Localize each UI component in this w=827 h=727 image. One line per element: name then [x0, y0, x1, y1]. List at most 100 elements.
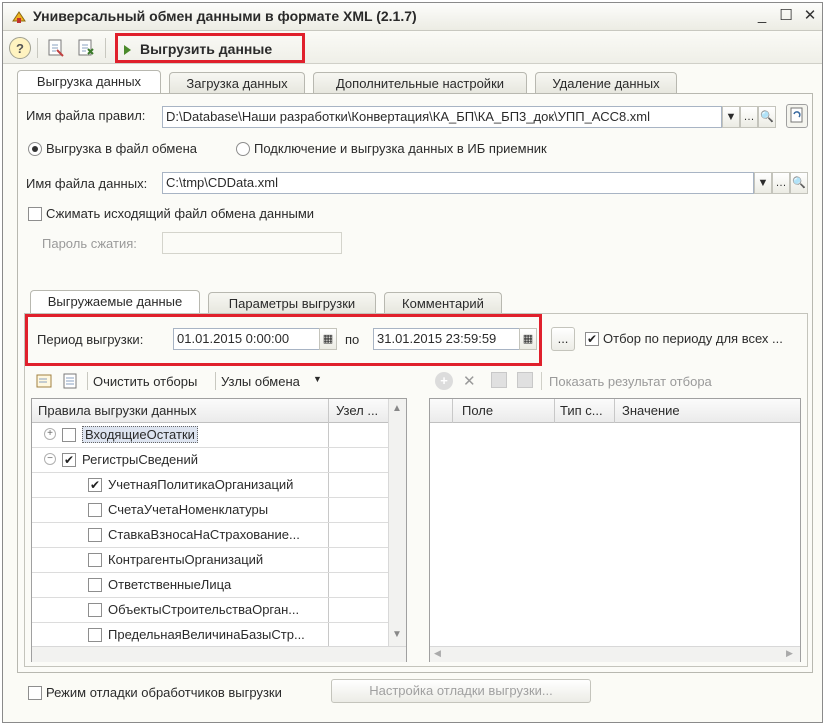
toolbar-separator [541, 372, 542, 390]
radio-connect-and-export-label: Подключение и выгрузка данных в ИБ прием… [254, 141, 547, 156]
copy-icon [491, 372, 507, 388]
toolbar-separator [87, 372, 88, 390]
scroll-down-icon[interactable]: ▼ [392, 629, 402, 640]
compress-label: Сжимать исходящий файл обмена данными [46, 206, 315, 221]
help-icon[interactable]: ? [9, 37, 31, 59]
calendar-icon-from[interactable]: ▦ [319, 328, 337, 350]
tab-exported-data[interactable]: Выгружаемые данные [30, 290, 200, 314]
rules-grid-header: Правила выгрузки данных Узел ... [32, 399, 388, 423]
table-row[interactable]: ПредельнаяВеличинаБазыСтр... [32, 623, 388, 647]
rule-label: ОтветственныеЛица [108, 577, 232, 592]
radio-export-to-file[interactable] [28, 142, 42, 156]
field-col-header[interactable]: Поле [462, 403, 493, 418]
rule-checkbox[interactable] [88, 553, 102, 567]
period-to-input[interactable]: 31.01.2015 23:59:59 [373, 328, 521, 350]
compress-checkbox[interactable] [28, 207, 42, 221]
debug-settings-button: Настройка отладки выгрузки... [331, 679, 591, 703]
rule-checkbox[interactable] [62, 428, 76, 442]
tab-export[interactable]: Выгрузка данных [17, 70, 161, 94]
rule-label: ПредельнаяВеличинаБазыСтр... [108, 627, 305, 642]
rule-checkbox[interactable]: ✔ [88, 478, 102, 492]
tab-export-params[interactable]: Параметры выгрузки [208, 292, 376, 314]
rule-checkbox[interactable]: ✔ [62, 453, 76, 467]
maximize-button[interactable]: ☐ [775, 5, 797, 27]
chevron-down-icon: ▼ [313, 374, 322, 384]
period-from-input[interactable]: 01.01.2015 0:00:00 [173, 328, 321, 350]
rule-label: РегистрыСведений [82, 452, 198, 467]
app-icon [11, 9, 27, 25]
rules-file-search-icon[interactable]: 🔍 [758, 106, 776, 128]
rule-label: СчетаУчетаНоменклатуры [108, 502, 269, 517]
rules-file-input[interactable]: D:\Database\Наши разработки\Конвертация\… [162, 106, 722, 128]
toolbar-separator [105, 38, 106, 58]
calendar-icon-to[interactable]: ▦ [519, 328, 537, 350]
reload-rules-icon[interactable] [786, 104, 808, 128]
move-icon [517, 372, 533, 388]
toolbar-separator [215, 372, 216, 390]
rules-file-dropdown-icon[interactable]: ▼ [722, 106, 740, 128]
rule-checkbox[interactable] [88, 578, 102, 592]
tab-delete-data[interactable]: Удаление данных [535, 72, 677, 94]
tab-additional-settings[interactable]: Дополнительные настройки [313, 72, 527, 94]
data-file-dropdown-icon[interactable]: ▼ [754, 172, 772, 194]
table-row[interactable]: СчетаУчетаНоменклатуры [32, 498, 388, 523]
load-settings-icon[interactable] [45, 37, 67, 59]
tab-comment[interactable]: Комментарий [384, 292, 502, 314]
radio-connect-and-export[interactable] [236, 142, 250, 156]
type-col-header[interactable]: Тип с... [560, 403, 603, 418]
save-settings-icon[interactable] [75, 37, 97, 59]
filter-scrollbar-horizontal[interactable]: ◀ ▶ [430, 646, 800, 662]
rules-grid[interactable]: Правила выгрузки данных Узел ... + Входящ… [31, 398, 407, 662]
tree-icon[interactable] [35, 372, 55, 390]
list-icon[interactable] [61, 372, 81, 390]
data-file-browse-button[interactable]: … [772, 172, 790, 194]
table-row[interactable]: ОбъектыСтроительстваОрган... [32, 598, 388, 623]
rules-scrollbar-horizontal[interactable] [32, 646, 406, 662]
clear-filters-button[interactable]: Очистить отборы [93, 374, 197, 389]
rule-checkbox[interactable] [88, 603, 102, 617]
password-input [162, 232, 342, 254]
table-row[interactable]: ОтветственныеЛица [32, 573, 388, 598]
filter-grid[interactable]: Поле Тип с... Значение ◀ ▶ [429, 398, 801, 662]
rules-rows: + ВходящиеОстатки − ✔ РегистрыСведений ✔ Учетн… [32, 423, 388, 647]
period-to-label: по [345, 332, 360, 347]
table-row[interactable]: + ВходящиеОстатки [32, 423, 388, 448]
tab-import[interactable]: Загрузка данных [169, 72, 305, 94]
exchange-nodes-button[interactable]: Узлы обмена [221, 374, 300, 389]
show-filter-result-button: Показать результат отбора [549, 374, 712, 389]
password-label: Пароль сжатия: [42, 236, 137, 251]
delete-icon: ✕ [463, 373, 476, 390]
window-title: Универсальный обмен данными в формате XM… [33, 8, 417, 24]
period-filter-checkbox[interactable]: ✔ [585, 332, 599, 346]
table-row[interactable]: ✔ УчетнаяПолитикаОрганизаций [32, 473, 388, 498]
export-data-button[interactable]: Выгрузить данные [115, 33, 305, 63]
expand-icon[interactable]: + [44, 428, 56, 440]
export-panel: Имя файла правил: D:\Database\Наши разра… [17, 93, 813, 700]
scroll-left-icon[interactable]: ◀ [434, 648, 441, 659]
value-col-header[interactable]: Значение [622, 403, 680, 418]
data-file-search-icon[interactable]: 🔍 [790, 172, 808, 194]
table-row[interactable]: КонтрагентыОрганизаций [32, 548, 388, 573]
debug-mode-checkbox[interactable] [28, 686, 42, 700]
rules-file-label: Имя файла правил: [26, 108, 146, 123]
rules-scrollbar-vertical[interactable]: ▲ ▼ [388, 399, 406, 647]
rules-col-header[interactable]: Правила выгрузки данных [38, 403, 197, 418]
rule-checkbox[interactable] [88, 503, 102, 517]
rule-checkbox[interactable] [88, 628, 102, 642]
scroll-right-icon[interactable]: ▶ [786, 648, 793, 659]
period-choose-button[interactable]: ... [551, 327, 575, 351]
data-file-input[interactable]: C:\tmp\CDData.xml [162, 172, 754, 194]
table-row[interactable]: СтавкаВзносаНаСтрахование... [32, 523, 388, 548]
rules-file-browse-button[interactable]: … [740, 106, 758, 128]
minimize-button[interactable]: _ [751, 5, 773, 27]
rule-checkbox[interactable] [88, 528, 102, 542]
scroll-up-icon[interactable]: ▲ [392, 403, 402, 414]
rule-label: ВходящиеОстатки [82, 426, 198, 443]
table-row[interactable]: − ✔ РегистрыСведений [32, 448, 388, 473]
rule-label: УчетнаяПолитикаОрганизаций [108, 477, 294, 492]
header-divider [328, 399, 329, 423]
close-button[interactable]: ✕ [799, 5, 821, 27]
collapse-icon[interactable]: − [44, 453, 56, 465]
node-col-header[interactable]: Узел ... [336, 403, 378, 418]
period-label: Период выгрузки: [37, 332, 144, 347]
